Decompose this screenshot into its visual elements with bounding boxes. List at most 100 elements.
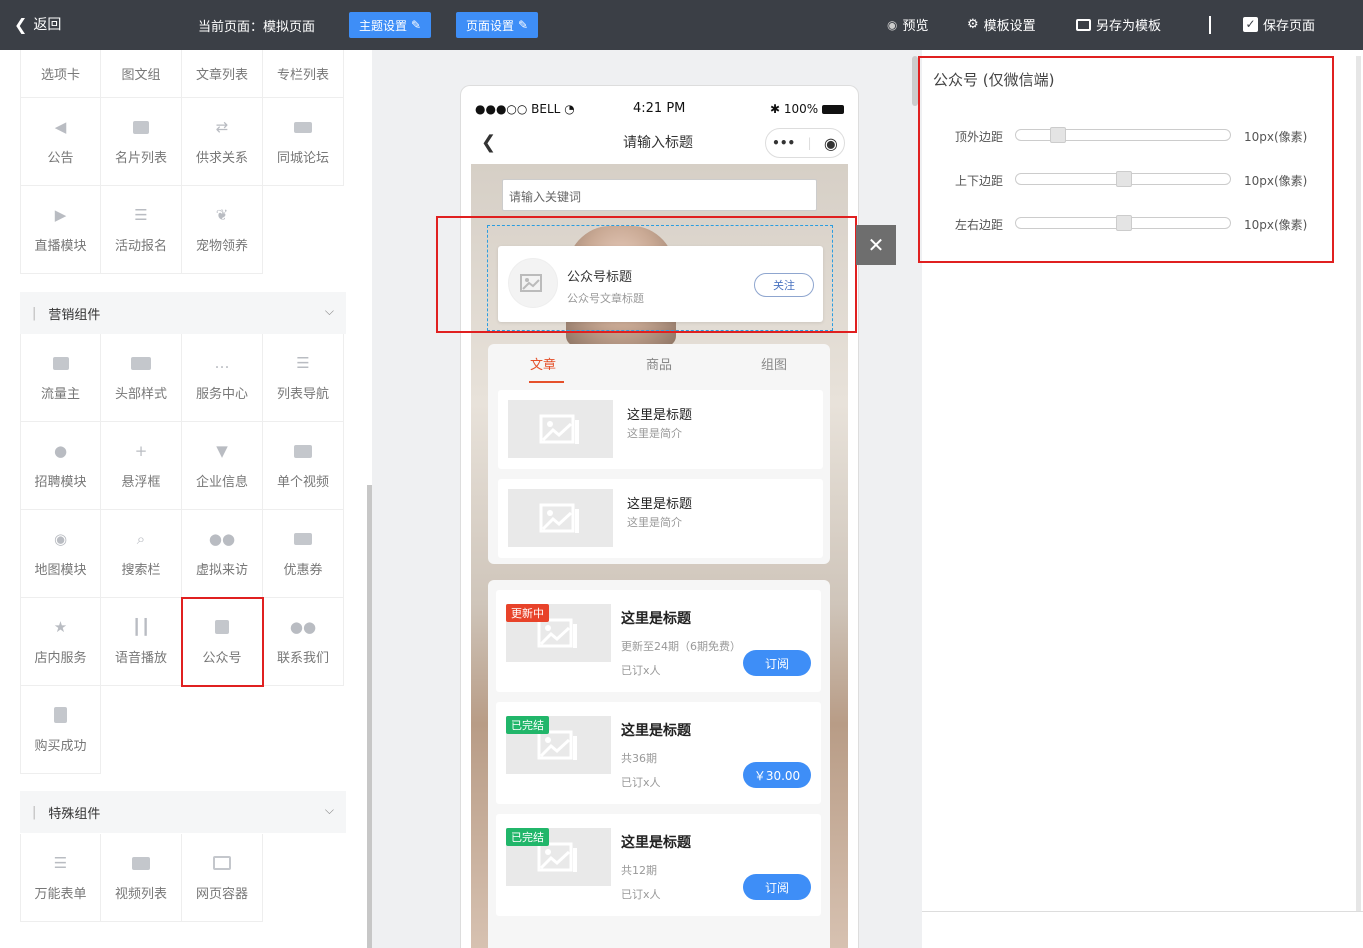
article-item[interactable]: 这里是标题 这里是简介 xyxy=(498,479,823,558)
article-item[interactable]: 这里是标题 这里是简介 xyxy=(498,390,823,469)
template-settings-button[interactable]: ⚙ 模板设置 xyxy=(967,15,1036,34)
component-float-box[interactable]: + 悬浮框 xyxy=(101,422,182,510)
subscribe-button[interactable]: 订阅 xyxy=(743,874,811,900)
column-card[interactable]: 已完结 这里是标题 共12期 已订x人 订阅 xyxy=(496,814,821,916)
component-company-info[interactable]: ▼ 企业信息 xyxy=(182,422,263,510)
component-voice-play[interactable]: ┃┃ 语音播放 xyxy=(101,598,182,686)
chat-bubble-icon: … xyxy=(214,354,230,372)
slider-thumb[interactable] xyxy=(1116,171,1132,187)
edit-icon: ✎ xyxy=(411,18,422,32)
component-city-forum[interactable]: 同城论坛 xyxy=(263,98,344,186)
margin-top-slider[interactable] xyxy=(1015,127,1231,143)
more-icon[interactable]: ••• xyxy=(772,136,795,150)
chevron-down-icon: ⌵ xyxy=(324,304,334,318)
component-tabs[interactable]: 选项卡 xyxy=(20,50,101,98)
save-as-template-button[interactable]: 另存为模板 xyxy=(1076,15,1161,34)
image-icon xyxy=(51,353,71,373)
search-input[interactable]: 请输入关键词 xyxy=(502,179,817,211)
component-in-store-service[interactable]: ★ 店内服务 xyxy=(20,598,101,686)
column-card[interactable]: 更新中 这里是标题 更新至24期（6期免费） 已订x人 订阅 xyxy=(496,590,821,692)
component-traffic-master[interactable]: 流量主 xyxy=(20,334,101,422)
component-header-style[interactable]: 头部样式 xyxy=(101,334,182,422)
component-column-list[interactable]: 专栏列表 xyxy=(263,50,344,98)
component-universal-form[interactable]: ☰ 万能表单 xyxy=(20,834,101,922)
special-components-grid: ☰ 万能表单 视频列表 网页容器 xyxy=(20,834,344,922)
column-subscribers: 已订x人 xyxy=(621,888,661,901)
component-video-list[interactable]: 视频列表 xyxy=(101,834,182,922)
battery-text: 100% xyxy=(783,101,819,116)
component-web-container[interactable]: 网页容器 xyxy=(182,834,263,922)
column-list-module: 更新中 这里是标题 更新至24期（6期免费） 已订x人 订阅 已完结 这里是标题… xyxy=(488,580,830,948)
target-icon[interactable]: ◉ xyxy=(824,134,838,153)
component-map[interactable]: ◉ 地图模块 xyxy=(20,510,101,598)
component-label: 单个视频 xyxy=(276,475,329,490)
status-badge: 已完结 xyxy=(506,828,549,846)
slider-thumb[interactable] xyxy=(1116,215,1132,231)
marketing-section-header[interactable]: | 营销组件 ⌵ xyxy=(20,292,346,334)
horizontal-padding-slider[interactable] xyxy=(1015,215,1231,231)
active-tab-indicator xyxy=(529,381,564,383)
section-title: 营销组件 xyxy=(48,307,101,323)
component-event-signup[interactable]: ☰ 活动报名 xyxy=(101,186,182,274)
chevron-left-icon[interactable]: ❮ xyxy=(481,132,496,153)
back-button[interactable]: ❮ 返回 xyxy=(14,14,61,34)
current-page-label: 当前页面：模拟页面 xyxy=(198,20,316,35)
component-official-account[interactable]: 公众号 xyxy=(181,597,264,687)
component-contact-us[interactable]: ●● 联系我们 xyxy=(263,598,344,686)
component-recruit[interactable]: ● 招聘模块 xyxy=(20,422,101,510)
component-single-video[interactable]: 单个视频 xyxy=(263,422,344,510)
component-card-list[interactable]: 名片列表 xyxy=(101,98,182,186)
component-label: 悬浮框 xyxy=(121,475,161,490)
component-search-bar[interactable]: ⌕ 搜索栏 xyxy=(101,510,182,598)
component-notice[interactable]: ◀ 公告 xyxy=(20,98,101,186)
preview-button[interactable]: ◉ 预览 xyxy=(887,15,929,35)
save-page-button[interactable]: ✓ 保存页面 xyxy=(1243,15,1315,34)
section-bar: | xyxy=(32,305,37,321)
vertical-padding-slider[interactable] xyxy=(1015,171,1231,187)
plus-icon: + xyxy=(134,442,148,460)
component-label: 地图模块 xyxy=(34,563,87,578)
column-card[interactable]: 已完结 这里是标题 共36期 已订x人 ￥30.00 xyxy=(496,702,821,804)
clapperboard-icon xyxy=(131,853,151,873)
margin-top-setting: 顶外边距 10px(像素) xyxy=(955,126,1315,146)
special-section-header[interactable]: | 特殊组件 ⌵ xyxy=(20,791,346,833)
article-title: 这里是标题 xyxy=(627,497,693,512)
phone-frame: ●●●○○ BELL ◔ 4:21 PM ✱ 100% ❮ 请输入标题 ••• … xyxy=(460,85,859,948)
tab-gallery[interactable]: 组图 xyxy=(761,354,787,373)
section-bar: | xyxy=(32,804,37,820)
component-list-nav[interactable]: ☰ 列表导航 xyxy=(263,334,344,422)
component-supply-demand[interactable]: ⇄ 供求关系 xyxy=(182,98,263,186)
component-image-group[interactable]: 图文组 xyxy=(101,50,182,98)
component-label: 招聘模块 xyxy=(34,475,87,490)
component-live[interactable]: ▶ 直播模块 xyxy=(20,186,101,274)
slider-thumb[interactable] xyxy=(1050,127,1066,143)
section-title: 特殊组件 xyxy=(48,806,101,822)
subscribe-button[interactable]: 订阅 xyxy=(743,650,811,676)
theme-settings-button[interactable]: 主题设置 ✎ xyxy=(349,12,432,38)
close-icon[interactable]: ✕ xyxy=(856,225,896,265)
save-page-label: 保存页面 xyxy=(1263,19,1316,34)
tab-products[interactable]: 商品 xyxy=(646,354,672,373)
user-card-icon xyxy=(212,617,232,637)
page-scrollbar[interactable] xyxy=(1356,56,1361,911)
component-label: 活动报名 xyxy=(114,239,167,254)
component-label: 供求关系 xyxy=(195,151,248,166)
tab-articles[interactable]: 文章 xyxy=(530,354,556,373)
list-icon: ☰ xyxy=(134,206,148,224)
audio-wave-icon: ┃┃ xyxy=(131,618,151,636)
status-time: 4:21 PM xyxy=(633,101,686,116)
component-virtual-visit[interactable]: ●● 虚拟来访 xyxy=(182,510,263,598)
image-placeholder-icon xyxy=(539,503,579,533)
column-info: 更新至24期（6期免费） xyxy=(621,640,741,653)
component-purchase-success[interactable]: 购买成功 xyxy=(20,686,101,774)
page-settings-button[interactable]: 页面设置 ✎ xyxy=(456,12,539,38)
template-settings-label: 模板设置 xyxy=(983,19,1036,34)
component-label: 专栏列表 xyxy=(276,68,329,83)
component-service-center[interactable]: … 服务中心 xyxy=(182,334,263,422)
component-article-list[interactable]: 文章列表 xyxy=(182,50,263,98)
price-button[interactable]: ￥30.00 xyxy=(743,762,811,788)
component-coupon[interactable]: 优惠券 xyxy=(263,510,344,598)
component-pet-adopt[interactable]: ❦ 宠物领养 xyxy=(182,186,263,274)
column-info: 共36期 xyxy=(621,752,657,765)
column-title: 这里是标题 xyxy=(621,723,691,739)
